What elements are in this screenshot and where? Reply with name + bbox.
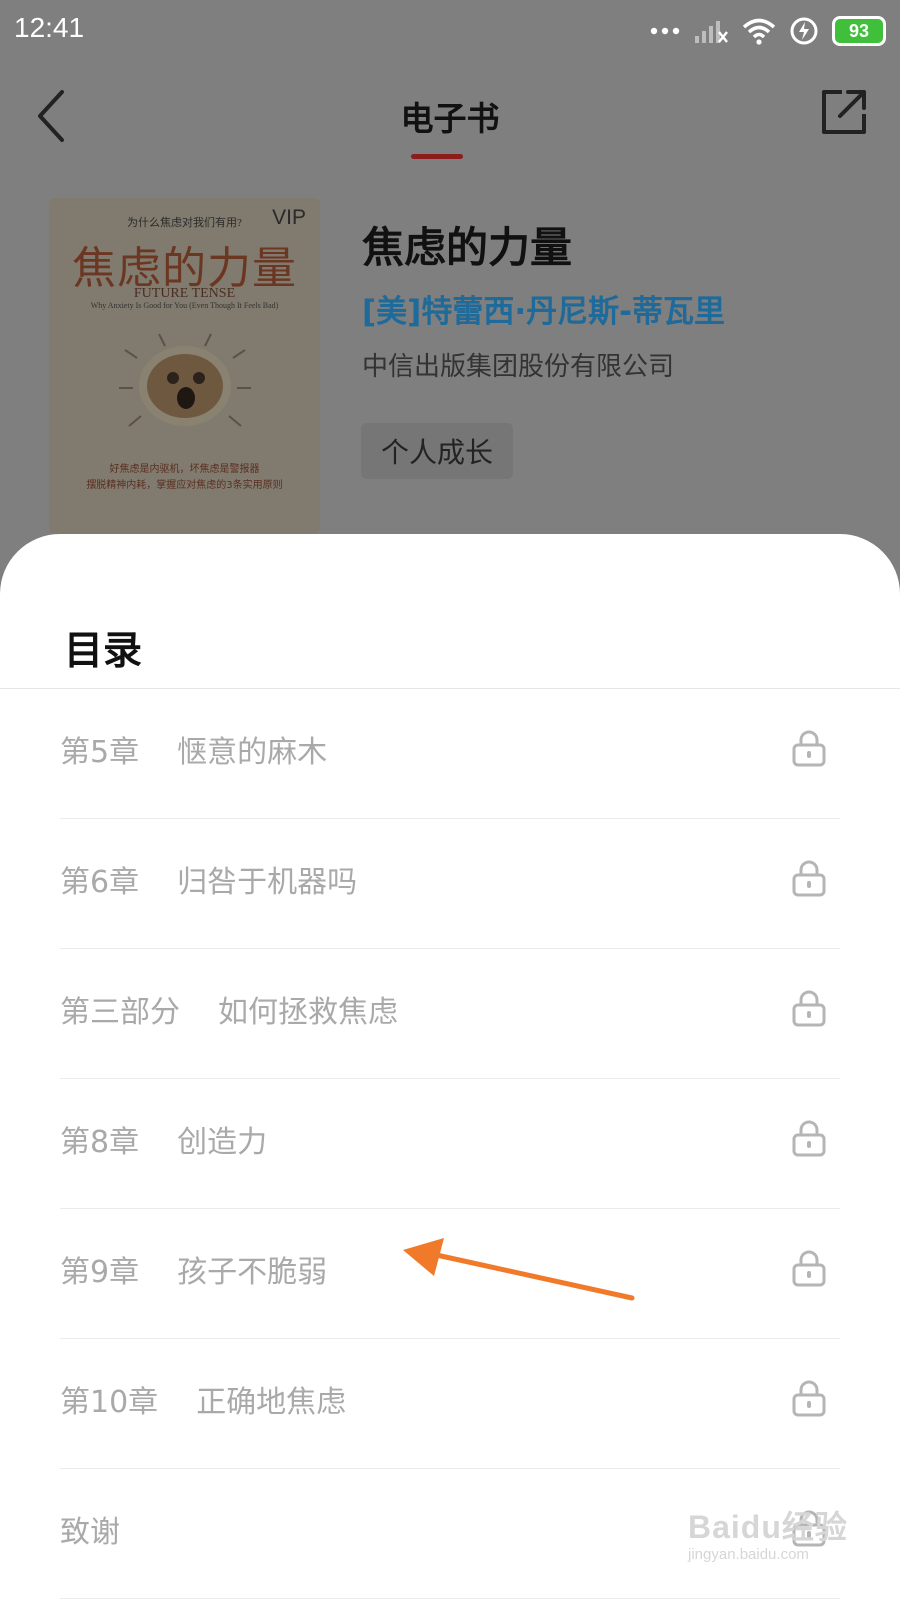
toc-item-chapter-8[interactable]: 第8章 创造力 bbox=[0, 1079, 900, 1209]
category-tag-label: 个人成长 bbox=[381, 436, 494, 469]
lock-icon bbox=[792, 730, 826, 767]
toc-item-chapter-10[interactable]: 第10章 正确地焦虑 bbox=[0, 1339, 900, 1469]
cover-subtitle: 为什么焦虑对我们有用? bbox=[127, 217, 242, 229]
toc-item-number: 第三部分 bbox=[60, 995, 180, 1030]
toc-item-number: 第6章 bbox=[60, 865, 140, 900]
cover-english-title: FUTURE TENSE bbox=[133, 286, 236, 301]
toc-item-name: 正确地焦虑 bbox=[196, 1385, 347, 1420]
share-icon[interactable] bbox=[818, 86, 870, 138]
toc-sheet: 目录 第5章 惬意的麻木 第6章 归咎于机器吗 第三部分 如何拯救焦虑 第8章 … bbox=[0, 534, 900, 1600]
cover-tagline-2: 摆脱精神内耗，掌握应对焦虑的3条实用原则 bbox=[86, 480, 283, 491]
book-cover[interactable]: 为什么焦虑对我们有用? VIP 焦虑的力量 FUTURE TENSE Why A… bbox=[49, 198, 320, 534]
vip-badge: VIP bbox=[272, 206, 306, 229]
toc-item-number: 第9章 bbox=[60, 1255, 140, 1290]
book-title: 焦虑的力量 bbox=[362, 223, 573, 272]
toc-item-number: 第5章 bbox=[60, 735, 140, 770]
pufferfish-illustration bbox=[119, 333, 251, 427]
toc-item-name: 惬意的麻木 bbox=[177, 735, 328, 770]
signal-off-icon bbox=[695, 21, 728, 43]
toc-item-chapter-6[interactable]: 第6章 归咎于机器吗 bbox=[0, 819, 900, 949]
page-title: 电子书 bbox=[400, 99, 500, 138]
toc-item-chapter-5[interactable]: 第5章 惬意的麻木 bbox=[0, 689, 900, 819]
category-tag[interactable]: 个人成长 bbox=[361, 423, 514, 479]
book-publisher: 中信出版集团股份有限公司 bbox=[362, 352, 675, 382]
status-time: 12:41 bbox=[14, 12, 85, 43]
lock-icon bbox=[792, 1380, 826, 1417]
wifi-icon bbox=[742, 18, 776, 45]
watermark-sub: jingyan.baidu.com bbox=[688, 1546, 809, 1563]
cover-tagline-1: 好焦虑是内驱机，坏焦虑是警报器 bbox=[109, 464, 260, 475]
lock-icon bbox=[792, 1250, 826, 1287]
battery-icon: 93 bbox=[832, 16, 886, 46]
toc-item-part-3[interactable]: 第三部分 如何拯救焦虑 bbox=[0, 949, 900, 1079]
title-underline bbox=[411, 154, 463, 159]
more-dots-icon bbox=[650, 27, 680, 35]
charging-icon bbox=[790, 17, 818, 45]
toc-item-name: 创造力 bbox=[177, 1125, 268, 1160]
baidu-watermark: Baidu经验 jingyan.baidu.com bbox=[688, 1502, 848, 1563]
lock-icon bbox=[792, 990, 826, 1027]
lock-icon bbox=[792, 860, 826, 897]
toc-list: 第5章 惬意的麻木 第6章 归咎于机器吗 第三部分 如何拯救焦虑 第8章 创造力… bbox=[0, 689, 900, 1599]
lock-icon bbox=[792, 1120, 826, 1157]
cover-english-subtitle: Why Anxiety Is Good for You (Even Though… bbox=[90, 301, 279, 310]
book-author[interactable]: [美]特蕾西·丹尼斯-蒂瓦里 bbox=[362, 286, 725, 331]
toc-item-name: 孩子不脆弱 bbox=[177, 1255, 328, 1290]
toc-item-name: 如何拯救焦虑 bbox=[218, 995, 398, 1030]
watermark-main: Baidu经验 bbox=[688, 1509, 848, 1545]
toc-title: 目录 bbox=[64, 629, 143, 674]
toc-item-number: 致谢 bbox=[60, 1515, 120, 1550]
toc-item-chapter-9[interactable]: 第9章 孩子不脆弱 bbox=[0, 1209, 900, 1339]
battery-level: 93 bbox=[848, 20, 870, 41]
status-bar: 12:41 93 bbox=[0, 0, 900, 64]
toc-item-number: 第10章 bbox=[60, 1385, 159, 1420]
status-icons: 93 bbox=[650, 14, 886, 48]
nav-bar: 电子书 bbox=[0, 64, 900, 174]
toc-item-number: 第8章 bbox=[60, 1125, 140, 1160]
toc-item-name: 归咎于机器吗 bbox=[177, 865, 358, 900]
